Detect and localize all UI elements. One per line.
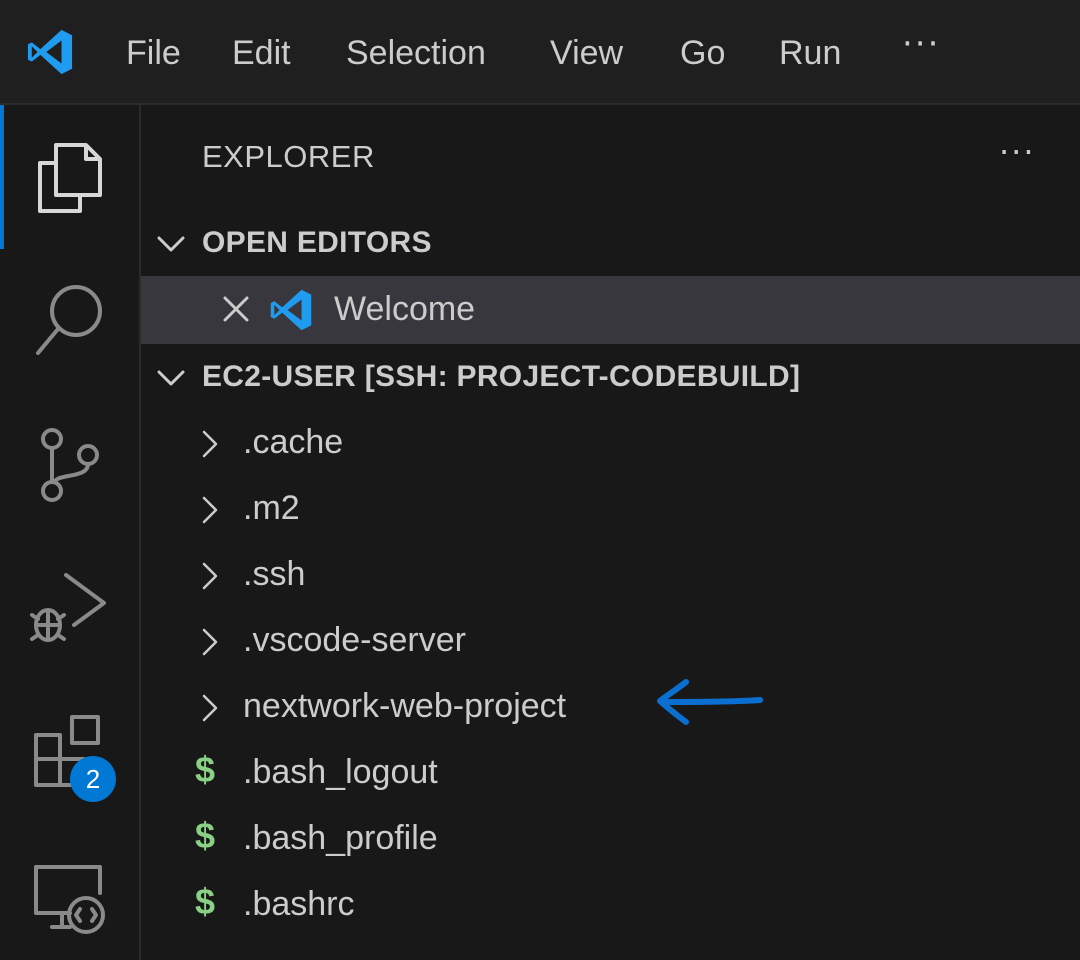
folder-name: .m2 bbox=[243, 489, 300, 527]
menu-selection[interactable]: Selection bbox=[346, 30, 486, 76]
workspace-label: EC2-USER [SSH: PROJECT-CODEBUILD] bbox=[202, 360, 801, 393]
explorer-icon[interactable] bbox=[26, 133, 114, 221]
chevron-right-icon bbox=[202, 562, 218, 590]
chevron-right-icon bbox=[202, 628, 218, 656]
folder-item-vscode-server[interactable]: .vscode-server bbox=[141, 609, 1080, 675]
folder-item-nextwork-web-project[interactable]: nextwork-web-project bbox=[141, 675, 1080, 741]
title-bar: File Edit Selection View Go Run ··· bbox=[0, 0, 1080, 105]
vscode-logo-icon bbox=[27, 29, 73, 75]
open-editor-label: Welcome bbox=[334, 290, 476, 328]
file-item-bash-logout[interactable]: $ .bash_logout bbox=[141, 741, 1080, 807]
folder-item-ssh[interactable]: .ssh bbox=[141, 543, 1080, 609]
folder-name: nextwork-web-project bbox=[243, 687, 567, 725]
chevron-down-icon bbox=[157, 370, 185, 386]
chevron-right-icon bbox=[202, 496, 218, 524]
menu-view[interactable]: View bbox=[550, 30, 623, 76]
folder-name: .ssh bbox=[243, 555, 306, 593]
file-item-bash-profile[interactable]: $ .bash_profile bbox=[141, 807, 1080, 873]
file-name: .bash_logout bbox=[243, 753, 438, 791]
workspace-header[interactable]: EC2-USER [SSH: PROJECT-CODEBUILD] bbox=[141, 348, 1080, 410]
chevron-right-icon bbox=[202, 694, 218, 722]
folder-item-m2[interactable]: .m2 bbox=[141, 477, 1080, 543]
extensions-badge: 2 bbox=[70, 756, 116, 802]
shell-file-icon: $ bbox=[195, 815, 216, 856]
folder-item-cache[interactable]: .cache bbox=[141, 411, 1080, 477]
explorer-sidebar: EXPLORER ··· OPEN EDITORS Welcome EC2-US… bbox=[141, 105, 1080, 960]
menu-edit[interactable]: Edit bbox=[232, 30, 291, 76]
chevron-down-icon bbox=[157, 236, 185, 252]
annotation-arrow-icon bbox=[657, 679, 763, 725]
folder-name: .vscode-server bbox=[243, 621, 466, 659]
close-icon[interactable] bbox=[221, 294, 251, 324]
activity-bar: 2 bbox=[0, 105, 141, 960]
active-view-indicator bbox=[0, 105, 4, 249]
folder-name: .cache bbox=[243, 423, 344, 461]
vscode-welcome-icon bbox=[270, 289, 312, 331]
sidebar-more-button[interactable]: ··· bbox=[999, 133, 1036, 171]
open-editor-item-welcome[interactable]: Welcome bbox=[141, 276, 1080, 344]
open-editors-header[interactable]: OPEN EDITORS bbox=[141, 214, 1080, 276]
file-name: .bash_profile bbox=[243, 819, 438, 857]
run-debug-icon[interactable] bbox=[26, 563, 114, 651]
shell-file-icon: $ bbox=[195, 749, 216, 790]
menu-more-button[interactable]: ··· bbox=[902, 24, 940, 64]
file-item-bashrc[interactable]: $ .bashrc bbox=[141, 873, 1080, 939]
remote-explorer-icon[interactable] bbox=[26, 857, 114, 945]
sidebar-title: EXPLORER bbox=[202, 139, 375, 174]
menu-file[interactable]: File bbox=[126, 30, 181, 76]
open-editors-label: OPEN EDITORS bbox=[202, 226, 432, 259]
menu-run[interactable]: Run bbox=[779, 30, 841, 76]
file-name: .bashrc bbox=[243, 885, 355, 923]
chevron-right-icon bbox=[202, 430, 218, 458]
search-icon[interactable] bbox=[26, 275, 114, 363]
source-control-icon[interactable] bbox=[26, 421, 114, 509]
menu-go[interactable]: Go bbox=[680, 30, 725, 76]
shell-file-icon: $ bbox=[195, 881, 216, 922]
